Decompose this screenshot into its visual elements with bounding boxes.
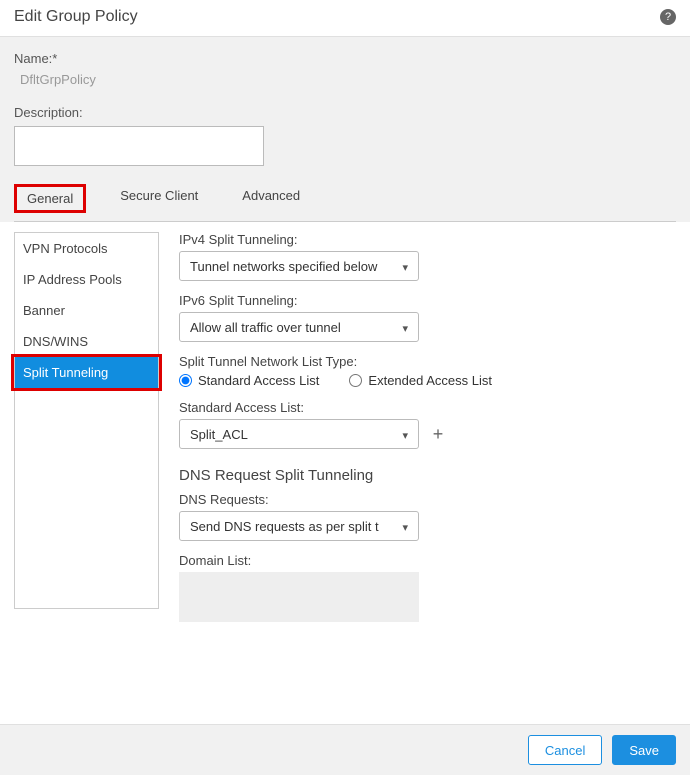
radio-extended-label: Extended Access List (368, 373, 492, 388)
general-sidebar: VPN Protocols IP Address Pools Banner DN… (14, 232, 159, 609)
sidebar-item-banner[interactable]: Banner (15, 295, 158, 326)
radio-standard-input[interactable] (179, 374, 192, 387)
chevron-down-icon (402, 259, 408, 274)
sidebar-item-ip-address-pools[interactable]: IP Address Pools (15, 264, 158, 295)
list-type-label: Split Tunnel Network List Type: (179, 354, 676, 369)
radio-extended-acl[interactable]: Extended Access List (349, 373, 492, 388)
dns-requests-select[interactable]: Send DNS requests as per split t (179, 511, 419, 541)
std-acl-value: Split_ACL (190, 427, 248, 442)
chevron-down-icon (402, 519, 408, 534)
description-label: Description: (14, 105, 676, 120)
name-label: Name: (14, 51, 52, 66)
radio-standard-acl[interactable]: Standard Access List (179, 373, 319, 388)
tab-secure-client[interactable]: Secure Client (110, 184, 208, 213)
cancel-button[interactable]: Cancel (528, 735, 602, 765)
ipv4-split-label: IPv4 Split Tunneling: (179, 232, 676, 247)
radio-standard-label: Standard Access List (198, 373, 319, 388)
dns-section-title: DNS Request Split Tunneling (179, 467, 676, 484)
std-acl-label: Standard Access List: (179, 400, 676, 415)
help-icon[interactable]: ? (660, 9, 676, 25)
chevron-down-icon (402, 320, 408, 335)
tab-general[interactable]: General (14, 184, 86, 213)
tabs-row: General Secure Client Advanced (14, 180, 676, 222)
add-acl-button[interactable]: + (429, 425, 447, 443)
ipv6-split-label: IPv6 Split Tunneling: (179, 293, 676, 308)
tab-advanced[interactable]: Advanced (232, 184, 310, 213)
sidebar-item-vpn-protocols[interactable]: VPN Protocols (15, 233, 158, 264)
dns-requests-label: DNS Requests: (179, 492, 676, 507)
domain-list-label: Domain List: (179, 553, 676, 568)
sidebar-item-dns-wins[interactable]: DNS/WINS (15, 326, 158, 357)
dns-requests-value: Send DNS requests as per split t (190, 519, 379, 534)
name-value: DfltGrpPolicy (20, 72, 676, 87)
ipv4-split-select[interactable]: Tunnel networks specified below (179, 251, 419, 281)
dialog-title: Edit Group Policy (14, 8, 138, 26)
save-button[interactable]: Save (612, 735, 676, 765)
chevron-down-icon (402, 427, 408, 442)
std-acl-select[interactable]: Split_ACL (179, 419, 419, 449)
description-input[interactable] (14, 126, 264, 166)
radio-extended-input[interactable] (349, 374, 362, 387)
domain-list-box[interactable] (179, 572, 419, 622)
required-indicator: * (52, 51, 57, 66)
ipv6-split-select[interactable]: Allow all traffic over tunnel (179, 312, 419, 342)
ipv4-split-value: Tunnel networks specified below (190, 259, 377, 274)
sidebar-item-split-tunneling[interactable]: Split Tunneling (15, 357, 158, 388)
ipv6-split-value: Allow all traffic over tunnel (190, 320, 341, 335)
